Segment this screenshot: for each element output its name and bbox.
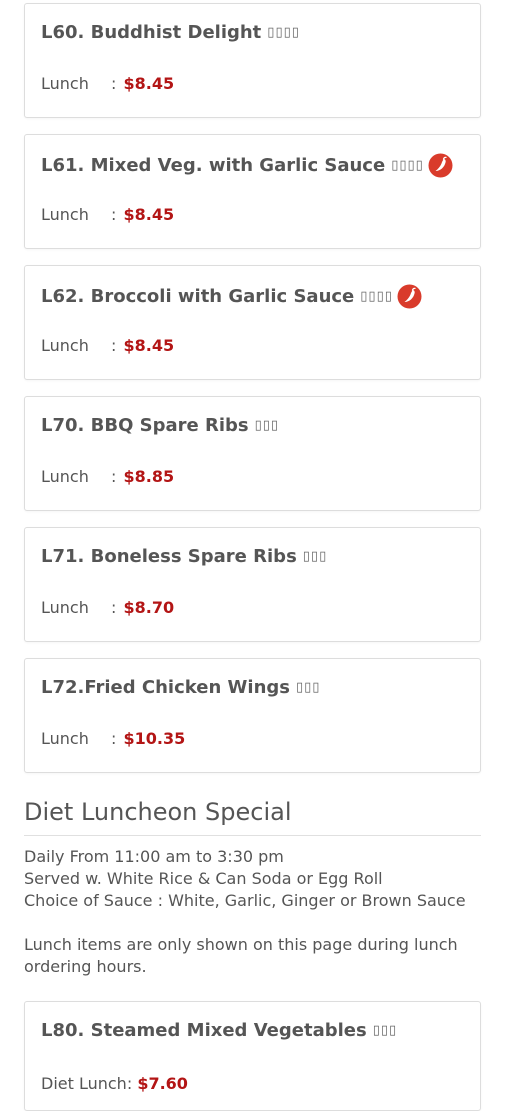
item-chinese-name: ▯▯▯ [254,418,280,433]
price-value: $8.45 [123,74,175,93]
diet-luncheon-section: Diet Luncheon Special Daily From 11:00 a… [24,798,481,978]
price-value: $10.35 [123,729,186,748]
item-title: L61. Mixed Veg. with Garlic Sauce ▯▯▯▯ [41,153,453,178]
item-name: L60. Buddhist Delight [41,22,262,43]
section-title: Diet Luncheon Special [24,798,481,836]
item-chinese-name: ▯▯▯ [372,1023,398,1038]
price-value: $8.70 [123,598,175,617]
item-chinese-name: ▯▯▯▯ [267,25,300,40]
item-chinese-name: ▯▯▯ [296,680,321,695]
item-title: L60. Buddhist Delight ▯▯▯▯ [41,22,300,43]
menu-item[interactable]: L62. Broccoli with Garlic Sauce ▯▯▯▯ Lun… [24,265,481,380]
item-chinese-name: ▯▯▯ [302,549,328,564]
price-row: Lunch: $8.85 [41,467,175,486]
item-title: L72.Fried Chicken Wings ▯▯▯ [41,677,320,698]
menu-item[interactable]: L70. BBQ Spare Ribs ▯▯▯ Lunch: $8.85 [24,396,481,511]
price-label: Lunch [41,74,89,93]
section-sauce-choice: Choice of Sauce : White, Garlic, Ginger … [24,891,466,910]
price-label: Lunch [41,336,89,355]
item-name: L70. BBQ Spare Ribs [41,415,249,436]
price-label: Lunch [41,729,89,748]
price-label: Lunch [41,205,89,224]
price-label: Lunch [41,598,89,617]
menu-item[interactable]: L60. Buddhist Delight ▯▯▯▯ Lunch: $8.45 [24,3,481,118]
item-title: L80. Steamed Mixed Vegetables ▯▯▯ [41,1020,397,1041]
price-value: $8.85 [123,467,175,486]
section-hours: Daily From 11:00 am to 3:30 pm [24,847,284,866]
item-title: L70. BBQ Spare Ribs ▯▯▯ [41,415,279,436]
price-label: Diet Lunch: [41,1074,133,1093]
item-title: L71. Boneless Spare Ribs ▯▯▯ [41,546,327,567]
price-value: $8.45 [123,205,175,224]
price-row: Lunch: $8.45 [41,336,175,355]
item-name: L80. Steamed Mixed Vegetables [41,1020,367,1041]
section-description: Daily From 11:00 am to 3:30 pm Served w.… [24,846,481,912]
price-label: Lunch [41,467,89,486]
item-name: L62. Broccoli with Garlic Sauce [41,286,355,307]
item-name: L71. Boneless Spare Ribs [41,546,297,567]
price-row: Lunch: $8.45 [41,74,175,93]
menu-item[interactable]: L80. Steamed Mixed Vegetables ▯▯▯ Diet L… [24,1001,481,1111]
chili-pepper-icon [428,153,453,178]
item-chinese-name: ▯▯▯▯ [391,158,424,173]
price-row: Lunch: $8.70 [41,598,175,617]
section-served-with: Served w. White Rice & Can Soda or Egg R… [24,869,383,888]
item-name: L72.Fried Chicken Wings [41,677,290,698]
menu-item[interactable]: L61. Mixed Veg. with Garlic Sauce ▯▯▯▯ L… [24,134,481,249]
menu-item[interactable]: L71. Boneless Spare Ribs ▯▯▯ Lunch: $8.7… [24,527,481,642]
item-name: L61. Mixed Veg. with Garlic Sauce [41,155,386,176]
price-row: Lunch: $10.35 [41,729,186,748]
item-title: L62. Broccoli with Garlic Sauce ▯▯▯▯ [41,284,422,309]
section-note: Lunch items are only shown on this page … [24,935,458,976]
chili-pepper-icon [397,284,422,309]
price-row: Diet Lunch: $7.60 [41,1074,188,1093]
item-chinese-name: ▯▯▯▯ [360,289,393,304]
price-row: Lunch: $8.45 [41,205,175,224]
menu-item[interactable]: L72.Fried Chicken Wings ▯▯▯ Lunch: $10.3… [24,658,481,773]
price-value: $7.60 [137,1074,188,1093]
price-value: $8.45 [123,336,175,355]
